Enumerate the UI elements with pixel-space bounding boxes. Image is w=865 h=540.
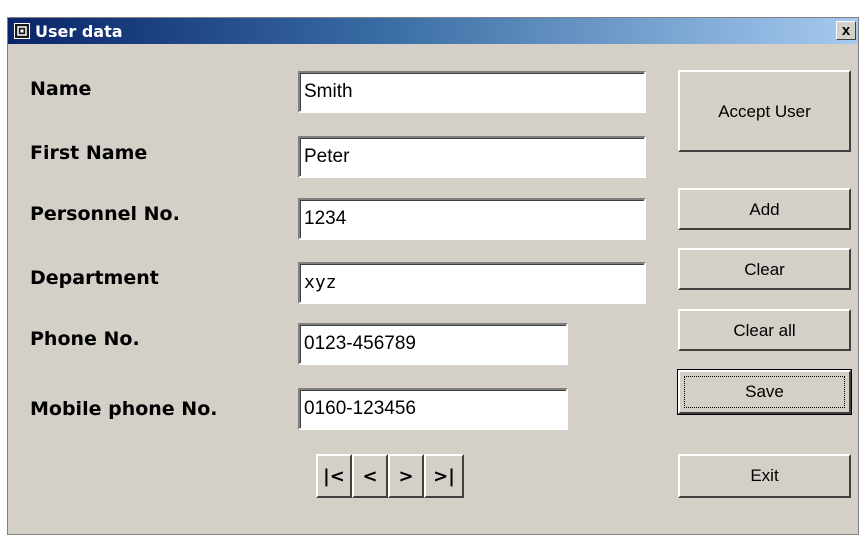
add-button[interactable]: Add (678, 188, 851, 230)
mobile-phone-number-label: Mobile phone No. (30, 398, 218, 420)
close-icon: x (841, 22, 851, 39)
previous-record-button[interactable]: < (352, 454, 388, 498)
window-title: User data (35, 21, 123, 41)
first-record-button[interactable]: |< (316, 454, 352, 498)
name-label: Name (30, 78, 92, 100)
close-button[interactable]: x (836, 21, 856, 40)
exit-button[interactable]: Exit (678, 454, 851, 498)
phone-number-label: Phone No. (30, 328, 140, 350)
department-field[interactable]: xyz (298, 262, 646, 304)
first-name-label: First Name (30, 142, 148, 164)
save-button[interactable]: Save (677, 369, 852, 415)
personnel-number-label: Personnel No. (30, 203, 180, 225)
user-data-app-icon (14, 23, 30, 39)
accept-user-button[interactable]: Accept User (678, 70, 851, 152)
personnel-number-field[interactable]: 1234 (298, 198, 646, 240)
mobile-phone-number-field[interactable]: 0160-123456 (298, 388, 568, 430)
clear-button[interactable]: Clear (678, 248, 851, 290)
department-label: Department (30, 267, 159, 289)
record-navigator: |< < > >| (316, 454, 464, 498)
last-record-button[interactable]: >| (424, 454, 464, 498)
phone-number-field[interactable]: 0123-456789 (298, 323, 568, 365)
user-data-window: User data x Name First Name Personnel No… (7, 17, 859, 535)
clear-all-button[interactable]: Clear all (678, 309, 851, 351)
focus-rectangle (684, 376, 845, 408)
name-field[interactable]: Smith (298, 71, 646, 113)
next-record-button[interactable]: > (388, 454, 424, 498)
first-name-field[interactable]: Peter (298, 136, 646, 178)
title-bar[interactable]: User data x (8, 18, 858, 44)
